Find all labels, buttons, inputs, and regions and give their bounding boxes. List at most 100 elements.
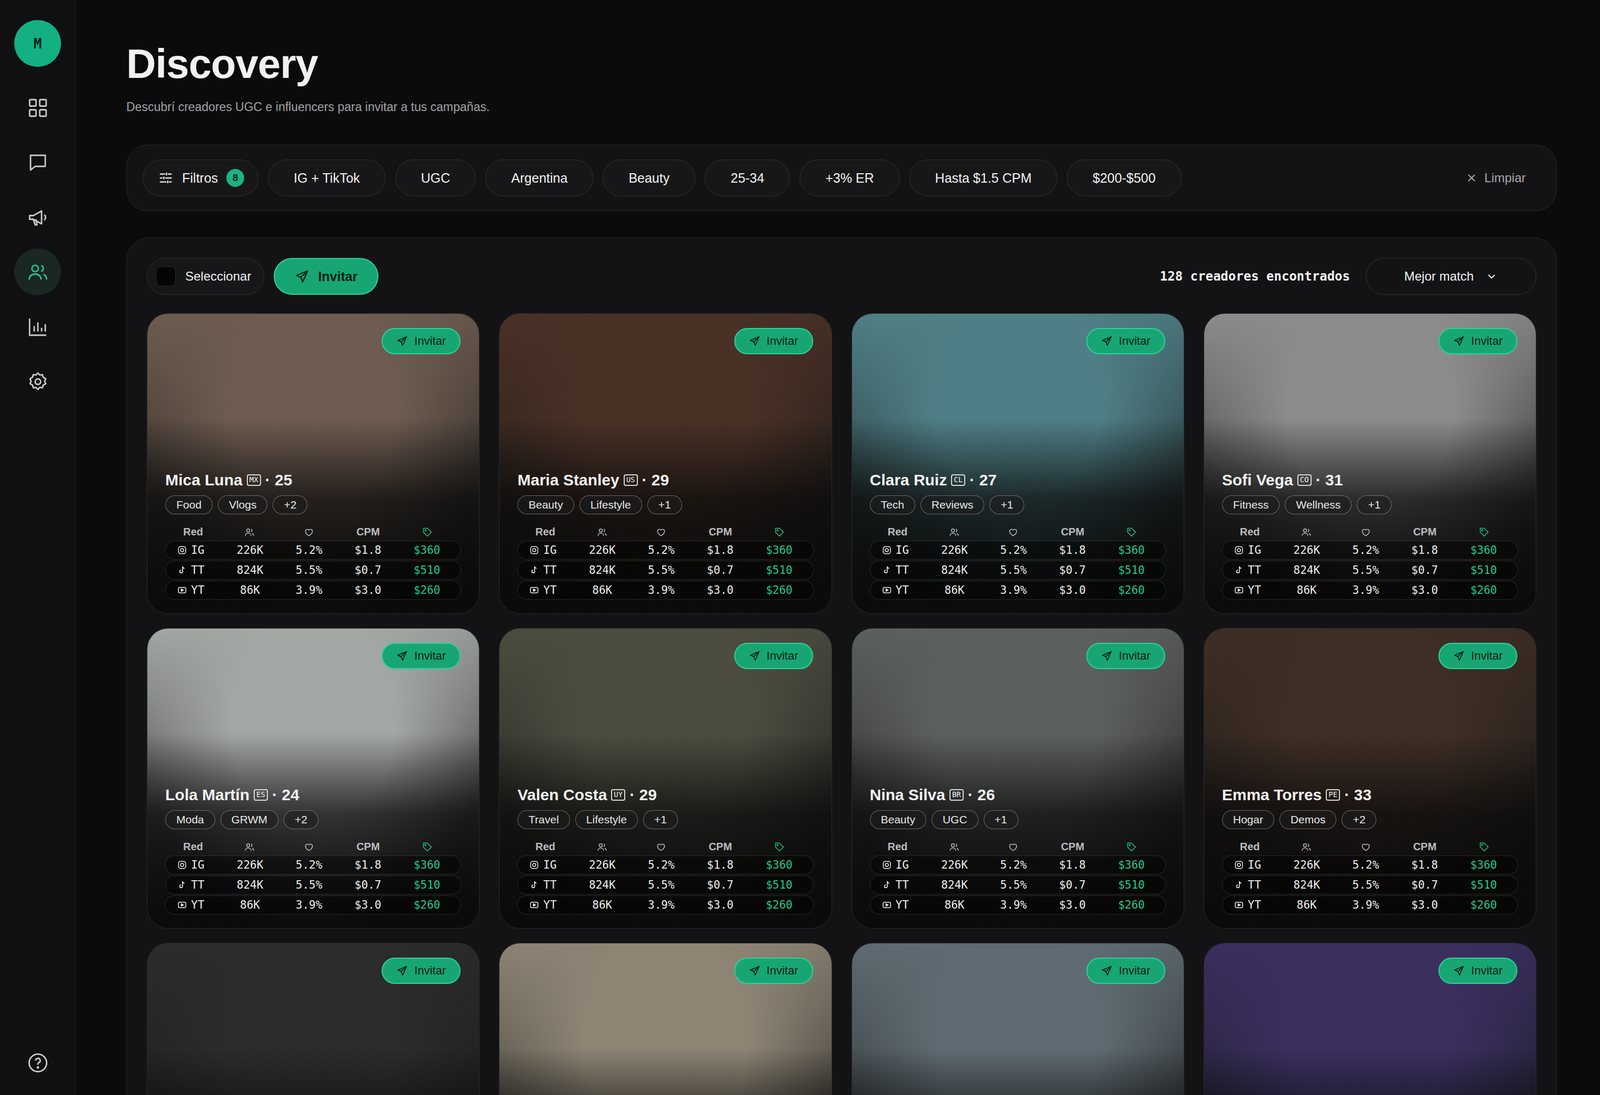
creator-card[interactable]: Invitar — [498, 942, 832, 1095]
sidebar-item[interactable] — [14, 248, 62, 296]
filters-button[interactable]: Filtros8 — [142, 159, 259, 197]
network-name: YT — [543, 583, 557, 597]
sidebar-item[interactable] — [14, 357, 62, 405]
card-invite-button[interactable]: Invitar — [1086, 327, 1166, 355]
followers: 226K — [572, 543, 632, 557]
card-invite-button[interactable]: Invitar — [734, 327, 814, 355]
invite-button[interactable]: Invitar — [273, 257, 379, 295]
price: $360 — [1102, 858, 1162, 872]
creator-age: · 26 — [967, 785, 996, 804]
send-icon — [1453, 650, 1465, 662]
creator-card[interactable]: InvitarSofi VegaCO· 31FitnessWellness+1R… — [1203, 313, 1537, 614]
engagement-rate: 5.2% — [279, 858, 339, 872]
creator-card[interactable]: InvitarEmma TorresPE· 33HogarDemos+2RedC… — [1203, 627, 1537, 929]
card-invite-button[interactable]: Invitar — [381, 957, 461, 984]
sort-dropdown[interactable]: Mejor match — [1365, 257, 1537, 295]
sliders-icon — [157, 170, 174, 186]
creator-age: · 31 — [1315, 471, 1344, 489]
price: $510 — [749, 878, 809, 892]
stats-row: TT824K5.5%$0.7$510 — [517, 560, 814, 580]
filter-chip[interactable]: 25-34 — [704, 159, 790, 197]
filter-chip[interactable]: Argentina — [485, 159, 594, 197]
instagram-icon — [882, 860, 892, 870]
select-all[interactable]: Seleccionar — [146, 257, 265, 295]
engagement-rate: 3.9% — [631, 583, 691, 597]
engagement-rate: 5.2% — [279, 543, 339, 557]
followers-icon — [948, 526, 960, 538]
cpm: $1.8 — [690, 858, 750, 872]
card-invite-button[interactable]: Invitar — [734, 957, 814, 984]
results-panel: SeleccionarInvitar128 creadores encontra… — [126, 237, 1557, 1095]
filter-chip[interactable]: $200-$500 — [1066, 159, 1182, 197]
followers: 226K — [925, 858, 985, 872]
price: $360 — [397, 543, 457, 557]
network-name: YT — [895, 898, 909, 912]
creator-card[interactable]: Invitar — [851, 942, 1185, 1095]
creator-card[interactable]: InvitarMica LunaMX· 25FoodVlogs+2RedCPMI… — [146, 313, 480, 614]
card-invite-button[interactable]: Invitar — [1438, 327, 1518, 355]
creator-card[interactable]: InvitarLola MartínES· 24ModaGRWM+2RedCPM… — [146, 627, 480, 929]
stats-row: IG226K5.2%$1.8$360 — [870, 540, 1166, 560]
chart-icon — [26, 315, 49, 338]
stats-row: YT86K3.9%$3.0$260 — [870, 580, 1166, 600]
tag: +1 — [647, 495, 683, 515]
select-checkbox[interactable] — [155, 266, 176, 287]
youtube-icon — [882, 900, 892, 910]
followers: 824K — [925, 878, 985, 892]
tiktok-icon — [1234, 880, 1244, 890]
filter-chip[interactable]: +3% ER — [799, 159, 900, 197]
card-invite-button[interactable]: Invitar — [734, 642, 814, 669]
stats-row: IG226K5.2%$1.8$360 — [165, 540, 462, 560]
filter-chip[interactable]: Hasta $1.5 CPM — [909, 159, 1058, 197]
filter-chip[interactable]: Beauty — [602, 159, 696, 197]
cpm: $1.8 — [1043, 543, 1103, 557]
heart-icon — [1360, 526, 1372, 538]
engagement-rate: 5.5% — [984, 878, 1044, 892]
cpm: $0.7 — [690, 563, 750, 577]
dashboard-icon — [26, 96, 49, 119]
page-title: Discovery — [126, 43, 1557, 85]
stats-table: RedCPMIG226K5.2%$1.8$360TT824K5.5%$0.7$5… — [870, 523, 1166, 600]
stats-row: YT86K3.9%$3.0$260 — [165, 580, 462, 600]
card-invite-button[interactable]: Invitar — [381, 642, 461, 669]
card-invite-button[interactable]: Invitar — [1438, 957, 1518, 984]
app: MDiscoveryDescubrí creadores UGC e influ… — [0, 0, 1600, 1095]
card-invite-button[interactable]: Invitar — [1086, 957, 1166, 984]
creator-name-line: Emma TorresPE· 33 — [1222, 785, 1518, 804]
followers: 226K — [925, 543, 985, 557]
sidebar-nav — [14, 84, 62, 405]
price: $510 — [749, 563, 809, 577]
stats-header: RedCPM — [1222, 838, 1518, 855]
sidebar-item[interactable] — [14, 193, 62, 241]
clear-button[interactable]: Limpiar — [1465, 170, 1541, 186]
creator-card[interactable]: InvitarValen CostaUY· 29TravelLifestyle+… — [498, 627, 832, 929]
tiktok-icon — [882, 565, 892, 575]
followers: 824K — [220, 878, 280, 892]
creator-card[interactable]: InvitarMaria StanleyUS· 29BeautyLifestyl… — [498, 313, 832, 614]
filter-chip[interactable]: IG + TikTok — [267, 159, 386, 197]
followers: 824K — [925, 563, 985, 577]
card-invite-button[interactable]: Invitar — [381, 327, 461, 355]
price: $260 — [397, 898, 457, 912]
help-button[interactable] — [26, 1051, 49, 1074]
card-invite-button[interactable]: Invitar — [1438, 642, 1518, 669]
sidebar-item[interactable] — [14, 138, 62, 186]
creator-card[interactable]: Invitar — [146, 942, 480, 1095]
stats-row: YT86K3.9%$3.0$260 — [517, 895, 814, 915]
filter-chip[interactable]: UGC — [395, 159, 477, 197]
cpm: $3.0 — [690, 583, 750, 597]
creator-card[interactable]: Invitar — [1203, 942, 1537, 1095]
followers: 824K — [572, 878, 632, 892]
send-icon — [1101, 964, 1113, 977]
creator-card[interactable]: Invitar Nina SilvaBR· 26BeautyUGC+1RedCPM… — [851, 627, 1185, 929]
price-tag-icon — [422, 526, 433, 538]
avatar[interactable]: M — [14, 20, 62, 67]
sidebar-item[interactable] — [14, 84, 62, 132]
card-body: Nina SilvaBR· 26BeautyUGC+1RedCPMIG226K5… — [852, 785, 1184, 928]
creator-card[interactable]: InvitarClara RuizCL· 27TechReviews+1RedC… — [851, 313, 1185, 614]
card-invite-button[interactable]: Invitar — [1086, 642, 1166, 669]
cpm: $1.8 — [338, 858, 398, 872]
stats-row: TT824K5.5%$0.7$510 — [517, 875, 814, 895]
tag: +1 — [983, 810, 1019, 829]
sidebar-item[interactable] — [14, 303, 62, 350]
